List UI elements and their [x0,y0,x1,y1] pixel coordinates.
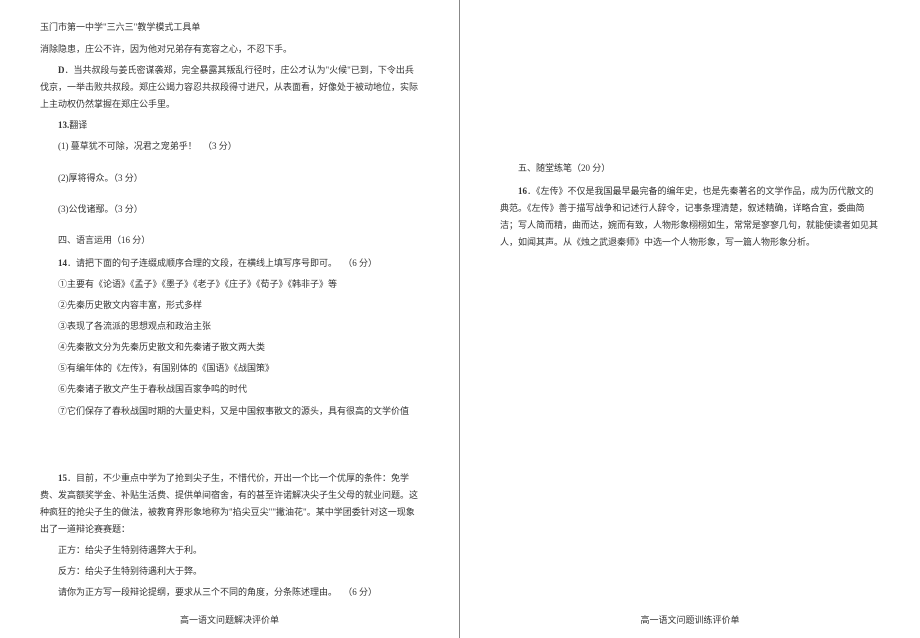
q13-1-text: (1) 蔓草犹不可除，况君之宠弟乎！ [58,141,197,151]
q14-opt4: ④先秦散文分为先秦历史散文和先秦诸子散文两大类 [40,339,419,356]
q13-header: 13.翻译 [40,117,419,134]
q15-con: 反方：给尖子生特别待遇利大于弊。 [40,563,419,580]
q13-title: 翻译 [69,120,87,130]
q14-opt3: ③表现了各流派的思想观点和政治主张 [40,318,419,335]
q14-opt6: ⑥先秦诸子散文产生于春秋战国百家争鸣的时代 [40,381,419,398]
q13-2: (2)厚将得众。（3 分） [40,170,419,187]
section-4-title: 四、语言运用（16 分） [40,232,419,249]
right-content: 五、随堂练笔（20 分） 16．《左传》不仅是我国最早最完备的编年史，也是先秦著… [500,20,880,251]
q14-opt7: ⑦它们保存了春秋战国时期的大量史料，又是中国叙事散文的源头，具有很高的文学价值 [40,403,419,420]
q16-num: 16 [518,186,527,196]
q15: 15．目前，不少重点中学为了抢到尖子生，不惜代价，开出一个比一个优厚的条件：免学… [40,470,419,538]
q15-pro: 正方：给尖子生特别待遇弊大于利。 [40,542,419,559]
q14-text: ．请把下面的句子连缀成顺序合理的文段，在横线上填写序号即可。 [67,258,337,268]
q16: 16．《左传》不仅是我国最早最完备的编年史，也是先秦著名的文学作品，成为历代散文… [500,183,880,251]
q14-header: 14．请把下面的句子连缀成顺序合理的文段，在横线上填写序号即可。 （6 分） [40,255,419,272]
q15-pts: （6 分） [343,587,377,597]
section-5-title: 五、随堂练笔（20 分） [500,160,880,177]
footer-right: 高一语文问题训练评价单 [460,613,920,626]
q14-pts: （6 分） [343,258,377,268]
q16-text: ．《左传》不仅是我国最早最完备的编年史，也是先秦著名的文学作品，成为历代散文的典… [500,186,878,247]
q13-1: (1) 蔓草犹不可除，况君之宠弟乎！ （3 分） [40,138,419,155]
q13-3: (3)公伐诸鄢。（3 分） [40,201,419,218]
option-d-text: ．当共叔段与姜氏密谋袭郑，完全暴露其叛乱行径时，庄公才认为"火候"已到，下令出兵… [40,65,418,109]
q15-task: 请你为正方写一段辩论提纲，要求从三个不同的角度，分条陈述理由。 （6 分） [40,584,419,601]
q15-num: 15 [58,473,67,483]
footer-left: 高一语文问题解决评价单 [0,613,459,626]
page-header: 玉门市第一中学"三六三"教学模式工具单 [40,20,419,33]
intro-line: 消除隐患，庄公不许，因为他对兄弟存有宽容之心，不忍下手。 [40,41,419,58]
q14-opt1: ①主要有《论语》《孟子》《墨子》《老子》《庄子》《荀子》《韩非子》等 [40,276,419,293]
q15-text: ．目前，不少重点中学为了抢到尖子生，不惜代价，开出一个比一个优厚的条件：免学费、… [40,473,418,534]
q13-1-pts: （3 分） [203,141,237,151]
q13-num: 13. [58,120,69,130]
q15-task-text: 请你为正方写一段辩论提纲，要求从三个不同的角度，分条陈述理由。 [58,587,337,597]
option-d: D．当共叔段与姜氏密谋袭郑，完全暴露其叛乱行径时，庄公才认为"火候"已到，下令出… [40,62,419,113]
q14-opt5: ⑤有编年体的《左传》，有国别体的《国语》《战国策》 [40,360,419,377]
left-content: 消除隐患，庄公不许，因为他对兄弟存有宽容之心，不忍下手。 D．当共叔段与姜氏密谋… [40,41,419,601]
q14-opt2: ②先秦历史散文内容丰富，形式多样 [40,297,419,314]
q14-num: 14 [58,258,67,268]
